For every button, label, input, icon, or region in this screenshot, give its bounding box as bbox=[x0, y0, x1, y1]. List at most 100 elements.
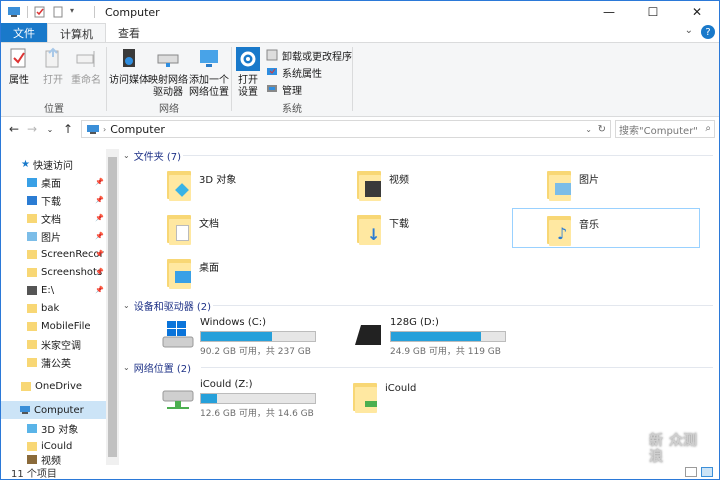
nav-item[interactable]: MobileFile bbox=[1, 317, 106, 335]
maximize-button[interactable]: ☐ bbox=[631, 1, 675, 23]
nav-item[interactable]: 桌面 📌 bbox=[1, 173, 106, 191]
nav-scrollbar[interactable] bbox=[106, 149, 119, 465]
folder-label: 文档 bbox=[199, 219, 219, 230]
nav-quick-access[interactable]: ★ 快速访问 bbox=[1, 155, 106, 173]
network-section-header[interactable]: ⌄ 网络位置 (2) bbox=[123, 359, 191, 375]
collapse-ribbon-icon[interactable]: ⌄ bbox=[685, 25, 693, 39]
nav-item[interactable]: 图片 📌 bbox=[1, 227, 106, 245]
nav-item[interactable]: bak bbox=[1, 299, 106, 317]
drives-section-header[interactable]: ⌄ 设备和驱动器 (2) bbox=[123, 297, 211, 313]
tab-file[interactable]: 文件 bbox=[1, 23, 47, 43]
nav-3d-objects[interactable]: 3D 对象 bbox=[1, 419, 106, 437]
system-properties-button[interactable]: 系统属性 bbox=[266, 64, 322, 80]
folder-3d-objects[interactable]: 3D 对象 bbox=[165, 167, 236, 201]
open-settings-button[interactable]: 打开 设置 bbox=[236, 47, 260, 99]
refresh-icon[interactable]: ↻ bbox=[598, 124, 606, 135]
pin-icon[interactable]: 📌 bbox=[95, 286, 104, 294]
manage-icon bbox=[267, 85, 277, 92]
breadcrumb-chevron-icon[interactable]: › bbox=[103, 125, 106, 134]
uninstall-icon bbox=[266, 49, 278, 61]
nav-item[interactable]: ScreenRecor 📌 bbox=[1, 245, 106, 263]
folder-videos[interactable]: 视频 bbox=[355, 167, 409, 201]
tiles-view-button[interactable] bbox=[701, 467, 713, 477]
system-group-label: 系统 bbox=[282, 104, 302, 115]
nav-videos[interactable]: 视频 bbox=[1, 454, 106, 465]
customize-quick-access-icon[interactable]: ▾ bbox=[70, 6, 82, 18]
drive-usage-fill bbox=[201, 394, 217, 403]
network-folder-icould[interactable]: iCould bbox=[351, 379, 416, 413]
nav-item[interactable]: 下载 📌 bbox=[1, 191, 106, 209]
nav-item[interactable]: Screenshots 📌 bbox=[1, 263, 106, 281]
pin-icon[interactable]: 📌 bbox=[95, 178, 104, 186]
properties-label: 属性 bbox=[9, 75, 29, 86]
nav-item[interactable]: 米家空调 bbox=[1, 335, 106, 353]
network-drive-z[interactable]: iCould (Z:) 12.6 GB 可用，共 14.6 GB bbox=[161, 379, 316, 419]
nav-label: 视频 bbox=[41, 456, 61, 465]
tab-view[interactable]: 查看 bbox=[106, 23, 152, 43]
nav-icould[interactable]: iCould bbox=[1, 437, 106, 455]
open-button[interactable]: 打开 bbox=[41, 47, 65, 87]
drive-c[interactable]: Windows (C:) 90.2 GB 可用，共 237 GB bbox=[161, 317, 316, 357]
folder-downloads[interactable]: ↓ 下载 bbox=[355, 211, 409, 245]
add-network-location-icon bbox=[200, 50, 218, 67]
separator bbox=[27, 6, 28, 18]
forward-button[interactable]: → bbox=[23, 122, 41, 136]
folder-icon bbox=[27, 321, 37, 331]
address-dropdown-icon[interactable]: ⌄ bbox=[585, 125, 592, 134]
collapse-chevron-icon[interactable]: ⌄ bbox=[123, 301, 130, 310]
up-button[interactable]: ↑ bbox=[59, 122, 77, 136]
nav-item[interactable]: E:\ 📌 bbox=[1, 281, 106, 299]
rename-label: 重命名 bbox=[71, 75, 101, 86]
close-button[interactable]: ✕ bbox=[675, 1, 719, 23]
nav-label: Screenshots bbox=[41, 266, 103, 278]
system-properties-icon bbox=[267, 68, 277, 75]
group-separator bbox=[352, 47, 353, 111]
details-view-button[interactable] bbox=[685, 467, 697, 477]
tab-computer[interactable]: 计算机 bbox=[47, 23, 106, 43]
folders-section-header[interactable]: ⌄ 文件夹 (7) bbox=[123, 147, 181, 163]
pin-icon[interactable]: 📌 bbox=[95, 196, 104, 204]
uninstall-program-button[interactable]: 卸载或更改程序 bbox=[266, 47, 352, 63]
recent-locations-button[interactable]: ⌄ bbox=[41, 125, 59, 134]
window-controls: — ☐ ✕ bbox=[587, 1, 719, 23]
folder-icon bbox=[27, 267, 37, 277]
rename-button[interactable]: 重命名 bbox=[71, 47, 101, 87]
pictures-folder-icon bbox=[545, 167, 573, 201]
nav-item[interactable]: 蒲公英 bbox=[1, 353, 106, 371]
folder-documents[interactable]: 文档 bbox=[165, 211, 219, 245]
back-button[interactable]: ← bbox=[5, 122, 23, 136]
add-network-location-button[interactable]: 添加一个 网络位置 bbox=[189, 47, 229, 99]
folder-label: 音乐 bbox=[579, 220, 599, 231]
nav-label: MobileFile bbox=[41, 320, 91, 332]
nav-computer[interactable]: Computer bbox=[1, 401, 106, 419]
properties-quick-icon[interactable] bbox=[34, 6, 46, 18]
folder-icon bbox=[27, 285, 37, 295]
manage-button[interactable]: 管理 bbox=[266, 81, 302, 97]
nav-onedrive[interactable]: OneDrive bbox=[1, 377, 106, 395]
pin-icon[interactable]: 📌 bbox=[95, 232, 104, 240]
folder-desktop[interactable]: 桌面 bbox=[165, 255, 219, 289]
drives-header-label: 设备和驱动器 (2) bbox=[133, 301, 212, 313]
new-folder-quick-icon[interactable] bbox=[52, 6, 64, 18]
search-icon: ⌕ bbox=[705, 123, 711, 134]
collapse-chevron-icon[interactable]: ⌄ bbox=[123, 363, 130, 372]
help-icon[interactable]: ? bbox=[701, 25, 715, 39]
map-network-drive-button[interactable]: 映射网络 驱动器 bbox=[148, 47, 188, 99]
address-box[interactable]: › Computer ⌄ ↻ bbox=[81, 120, 611, 138]
collapse-chevron-icon[interactable]: ⌄ bbox=[123, 151, 130, 160]
folder-music[interactable]: ♪ 音乐 bbox=[512, 208, 700, 248]
pin-icon[interactable]: 📌 bbox=[95, 214, 104, 222]
folder-icon bbox=[27, 213, 37, 223]
pin-icon[interactable]: 📌 bbox=[95, 268, 104, 276]
folder-pictures[interactable]: 图片 bbox=[545, 167, 599, 201]
ribbon-tabs: 文件 计算机 查看 ⌄ ? bbox=[1, 23, 719, 43]
nav-scrollbar-thumb[interactable] bbox=[108, 157, 117, 457]
properties-button[interactable]: 属性 bbox=[7, 47, 31, 87]
pin-icon[interactable]: 📌 bbox=[95, 250, 104, 258]
item-count: 11 个项目 bbox=[11, 469, 57, 480]
minimize-button[interactable]: — bbox=[587, 1, 631, 23]
access-media-button[interactable]: 访问媒体 bbox=[109, 47, 149, 87]
search-input[interactable]: 搜索"Computer" ⌕ bbox=[615, 120, 715, 138]
nav-item[interactable]: 文档 📌 bbox=[1, 209, 106, 227]
drive-d[interactable]: 128G (D:) 24.9 GB 可用，共 119 GB bbox=[351, 317, 506, 357]
